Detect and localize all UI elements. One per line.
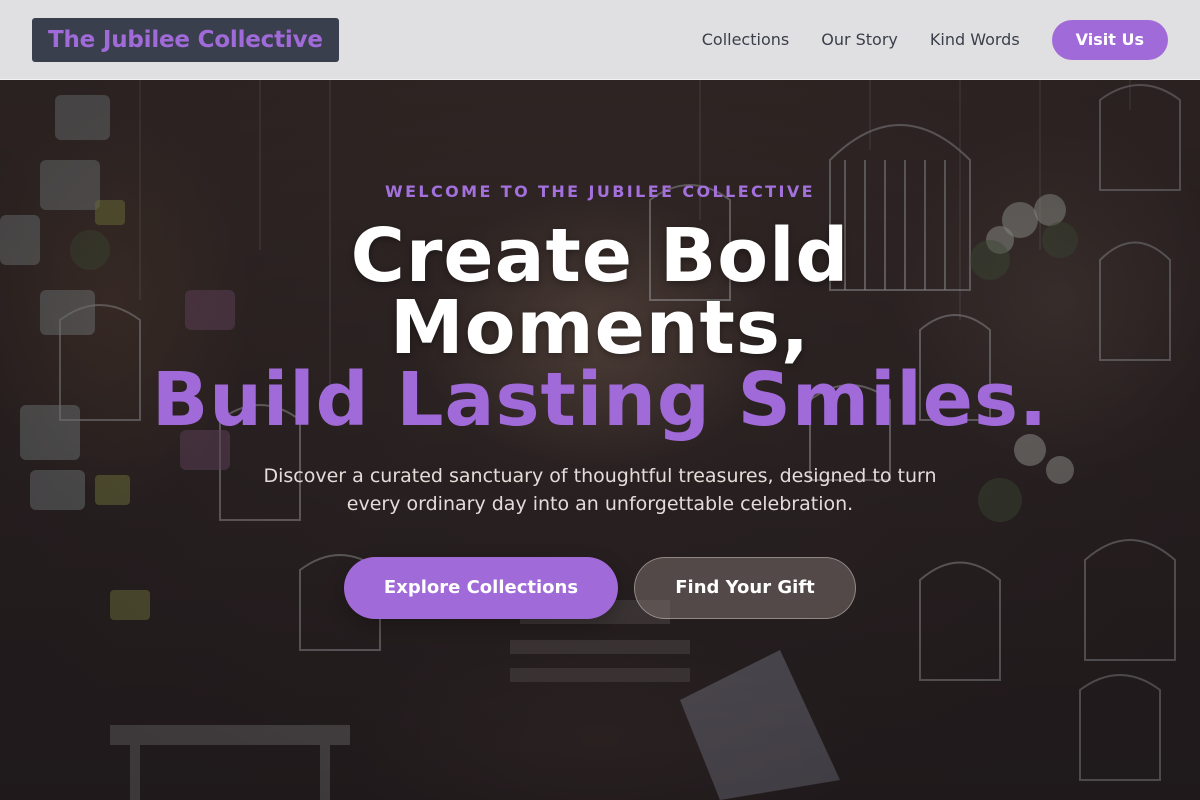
headline-line-3: Build Lasting Smiles.: [151, 357, 1049, 443]
headline-line-2: Moments,: [390, 285, 810, 371]
hero-eyebrow: WELCOME TO THE JUBILEE COLLECTIVE: [385, 182, 815, 201]
hero-section: WELCOME TO THE JUBILEE COLLECTIVE Create…: [0, 80, 1200, 800]
visit-us-button[interactable]: Visit Us: [1051, 19, 1168, 60]
headline-line-1: Create Bold: [350, 213, 850, 299]
explore-collections-button[interactable]: Explore Collections: [344, 557, 618, 619]
brand-logo[interactable]: The Jubilee Collective: [32, 17, 339, 62]
nav-link-kind-words[interactable]: Kind Words: [930, 30, 1020, 49]
main-nav: Collections Our Story Kind Words Visit U…: [702, 19, 1168, 60]
hero-headline: Create Bold Moments, Build Lasting Smile…: [0, 213, 1200, 443]
nav-link-collections[interactable]: Collections: [702, 30, 789, 49]
nav-link-our-story[interactable]: Our Story: [821, 30, 898, 49]
site-header: The Jubilee Collective Collections Our S…: [0, 0, 1200, 80]
hero-subtext: Discover a curated sanctuary of thoughtf…: [263, 465, 937, 515]
hero-cta-group: Explore Collections Find Your Gift: [0, 557, 1200, 619]
find-your-gift-button[interactable]: Find Your Gift: [634, 557, 856, 619]
